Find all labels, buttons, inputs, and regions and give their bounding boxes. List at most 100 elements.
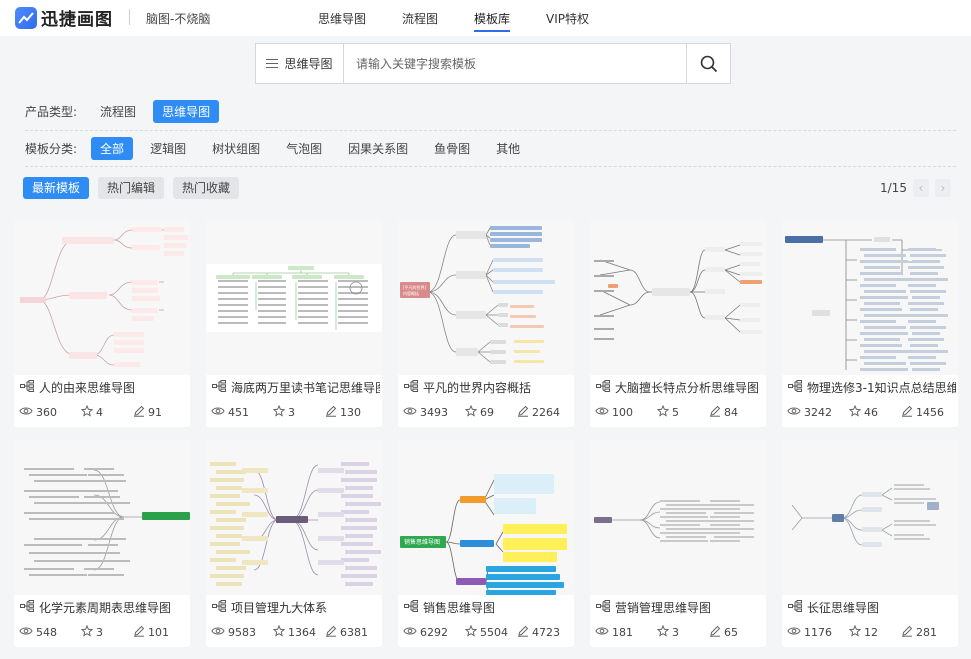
template-title[interactable]: 营销管理思维导图 xyxy=(596,599,764,616)
edits-count: 84 xyxy=(724,406,738,419)
template-card[interactable]: 营销管理思维导图 181 3 65 xyxy=(590,440,766,647)
likes-stat: 4 xyxy=(80,404,133,420)
template-title[interactable]: 物理选修3-1知识点总结思维导图 xyxy=(788,379,956,396)
nav-vip[interactable]: VIP特权 xyxy=(546,10,589,27)
logo-icon xyxy=(15,6,37,29)
eye-icon xyxy=(211,626,225,639)
search-type-dropdown[interactable]: 思维导图 xyxy=(256,44,344,83)
template-title[interactable]: 项目管理九大体系 xyxy=(212,599,380,616)
likes-count: 46 xyxy=(864,406,878,419)
divider xyxy=(25,130,956,131)
edits-stat: 281 xyxy=(901,625,937,640)
template-stats: 9583 1364 6381 xyxy=(211,624,379,640)
views-stat: 100 xyxy=(595,406,657,419)
template-title[interactable]: 化学元素周期表思维导图 xyxy=(20,599,188,616)
template-card[interactable]: 海底两万里读书笔记思维导图 451 3 130 xyxy=(206,220,382,427)
likes-stat: 1364 xyxy=(272,624,325,640)
search-button[interactable] xyxy=(686,44,730,83)
tab-hot-fav[interactable]: 热门收藏 xyxy=(173,177,240,199)
edits-stat: 101 xyxy=(133,625,169,640)
template-title-text: 化学元素周期表思维导图 xyxy=(39,601,172,615)
template-card[interactable]: 大脑擅长特点分析思维导图 100 5 84 xyxy=(590,220,766,427)
nav-template-library[interactable]: 模板库 xyxy=(474,10,511,32)
likes-count: 5504 xyxy=(480,626,508,639)
category-chip-fishbone[interactable]: 鱼骨图 xyxy=(425,137,479,160)
svg-text:[平凡的世界]: [平凡的世界] xyxy=(403,284,427,290)
doc-title-link[interactable]: 脑图-不烧脑 xyxy=(146,10,210,27)
template-thumbnail[interactable] xyxy=(206,440,382,595)
edit-icon xyxy=(901,625,913,640)
template-card[interactable]: 长征思维导图 1176 12 281 xyxy=(782,440,958,647)
template-thumbnail[interactable] xyxy=(590,220,766,375)
mindmap-icon xyxy=(212,600,226,615)
search-type-label: 思维导图 xyxy=(284,57,333,71)
template-thumbnail[interactable] xyxy=(206,220,382,375)
template-thumbnail[interactable]: 销售思维导图 xyxy=(398,440,574,595)
likes-stat: 5504 xyxy=(464,624,517,640)
template-card[interactable]: [平凡的世界] 内容概括 平凡的世界内容概括 3493 69 2264 xyxy=(398,220,574,427)
views-stat: 451 xyxy=(211,406,273,419)
views-count: 9583 xyxy=(228,626,256,639)
eye-icon xyxy=(787,406,801,419)
edits-stat: 91 xyxy=(133,405,162,420)
product-chip-mindmap[interactable]: 思维导图 xyxy=(153,99,220,123)
template-title[interactable]: 长征思维导图 xyxy=(788,599,956,616)
template-thumbnail[interactable] xyxy=(782,440,958,595)
star-icon xyxy=(656,404,670,420)
category-chip-bubble[interactable]: 气泡图 xyxy=(277,137,331,160)
tab-latest[interactable]: 最新模板 xyxy=(23,177,90,199)
template-card[interactable]: 项目管理九大体系 9583 1364 6381 xyxy=(206,440,382,647)
template-thumbnail[interactable] xyxy=(782,220,958,375)
star-icon xyxy=(848,404,862,420)
template-stats: 6292 5504 4723 xyxy=(403,624,571,640)
edits-count: 2264 xyxy=(532,406,560,419)
main-nav: 思维导图 流程图 模板库 VIP特权 xyxy=(318,10,625,32)
template-thumbnail[interactable] xyxy=(590,440,766,595)
views-count: 451 xyxy=(228,406,249,419)
template-title[interactable]: 人的由来思维导图 xyxy=(20,379,188,396)
template-title[interactable]: 销售思维导图 xyxy=(404,599,572,616)
template-title-text: 营销管理思维导图 xyxy=(615,601,712,615)
template-title[interactable]: 平凡的世界内容概括 xyxy=(404,379,572,396)
tab-hot-edit[interactable]: 热门编辑 xyxy=(98,177,165,199)
template-thumbnail[interactable] xyxy=(14,220,190,375)
template-card[interactable]: 化学元素周期表思维导图 548 3 101 xyxy=(14,440,190,647)
template-thumbnail[interactable] xyxy=(14,440,190,595)
edit-icon xyxy=(325,625,337,640)
divider xyxy=(25,166,956,167)
eye-icon xyxy=(787,626,801,639)
logo[interactable]: 迅捷画图 xyxy=(15,5,113,30)
search-input[interactable] xyxy=(344,44,686,83)
edit-icon xyxy=(901,405,913,420)
product-chip-flowchart[interactable]: 流程图 xyxy=(91,100,145,123)
nav-flowchart[interactable]: 流程图 xyxy=(402,10,438,27)
template-stats: 360 4 91 xyxy=(19,404,187,420)
mindmap-icon xyxy=(596,600,610,615)
next-page-button[interactable]: › xyxy=(934,179,951,197)
views-stat: 360 xyxy=(19,406,81,419)
template-thumbnail[interactable]: [平凡的世界] 内容概括 xyxy=(398,220,574,375)
eye-icon xyxy=(403,406,417,419)
eye-icon xyxy=(19,406,33,419)
template-card[interactable]: 物理选修3-1知识点总结思维导图 3242 46 1456 xyxy=(782,220,958,427)
category-chip-logic[interactable]: 逻辑图 xyxy=(141,137,195,160)
template-title[interactable]: 海底两万里读书笔记思维导图 xyxy=(212,379,380,396)
edits-count: 1456 xyxy=(916,406,944,419)
nav-mindmap[interactable]: 思维导图 xyxy=(318,10,366,27)
template-card[interactable]: 销售思维导图 销售思维导图 6292 5504 4723 xyxy=(398,440,574,647)
category-chip-cause[interactable]: 因果关系图 xyxy=(339,137,417,160)
prev-page-button[interactable]: ‹ xyxy=(912,179,929,197)
category-chip-other[interactable]: 其他 xyxy=(487,137,529,160)
likes-stat: 3 xyxy=(656,624,709,640)
eye-icon xyxy=(19,626,33,639)
category-chip-tree[interactable]: 树状组图 xyxy=(203,137,269,160)
category-chip-all[interactable]: 全部 xyxy=(91,136,134,160)
mindmap-icon xyxy=(20,380,34,395)
template-title[interactable]: 大脑擅长特点分析思维导图 xyxy=(596,379,764,396)
search-box: 思维导图 xyxy=(255,43,731,84)
likes-count: 69 xyxy=(480,406,494,419)
template-card[interactable]: 人的由来思维导图 360 4 91 xyxy=(14,220,190,427)
edit-icon xyxy=(133,625,145,640)
eye-icon xyxy=(595,406,609,419)
template-title-text: 平凡的世界内容概括 xyxy=(423,381,532,395)
